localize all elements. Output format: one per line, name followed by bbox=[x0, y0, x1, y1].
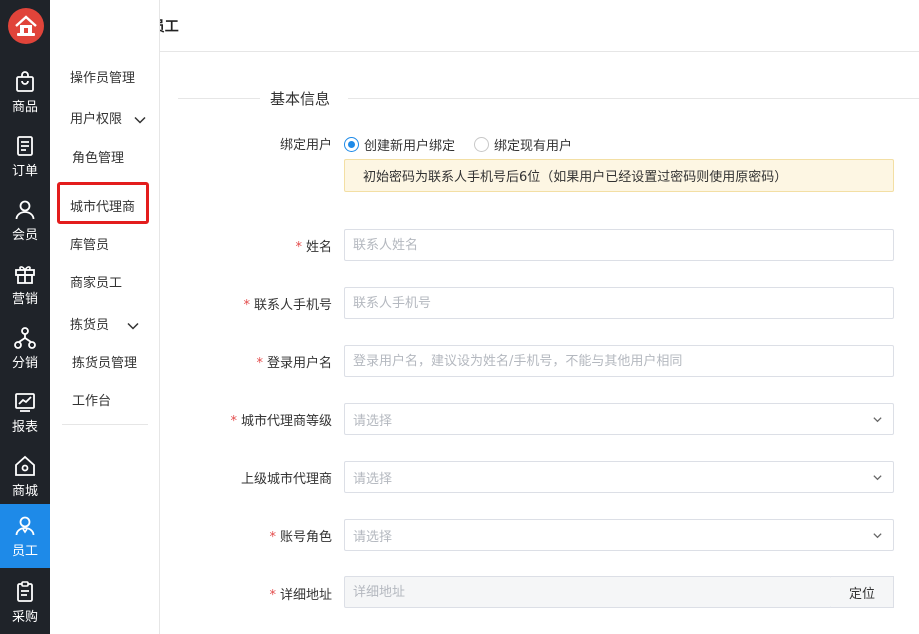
required-mark: * bbox=[269, 588, 276, 603]
username-label: * 登录用户名 bbox=[160, 352, 332, 371]
home-icon bbox=[15, 455, 35, 476]
label-text: 城市代理商等级 bbox=[240, 414, 332, 429]
chevron-down-icon bbox=[127, 322, 139, 330]
section-divider-right bbox=[348, 98, 919, 99]
staff-icon bbox=[15, 516, 35, 536]
rail-label: 分销 bbox=[11, 356, 38, 371]
sidebar-item-merchant-staff[interactable]: 商家员工 bbox=[70, 272, 122, 291]
label-text: 上级城市代理商 bbox=[240, 472, 332, 487]
rail-label: 营销 bbox=[11, 292, 38, 307]
rail-label: 员工 bbox=[11, 544, 38, 559]
radio-dot bbox=[474, 137, 489, 152]
sidebar-group-label: 用户权限 bbox=[70, 112, 123, 127]
sidebar-item-warehouse-keeper[interactable]: 库管员 bbox=[70, 234, 109, 253]
rail-item-marketing[interactable]: 营销 bbox=[0, 256, 50, 316]
notice-text: 初始密码为联系人手机号后6位（如果用户已经设置过密码则使用原密码） bbox=[363, 170, 788, 185]
locate-button[interactable]: 定位 bbox=[831, 576, 894, 608]
document-icon bbox=[17, 136, 33, 156]
section-divider-left bbox=[178, 98, 260, 99]
label-text: 姓名 bbox=[305, 240, 332, 255]
rail-item-staff[interactable]: 员工 bbox=[0, 504, 50, 568]
rail-item-reports[interactable]: 报表 bbox=[0, 384, 50, 444]
account-role-select[interactable]: 请选择 bbox=[344, 519, 894, 551]
sidebar-item-workbench[interactable]: 工作台 bbox=[72, 390, 111, 409]
main-nav-rail: 商品 订单 会员 营销 分销 报表 商城 员工 采购 bbox=[0, 0, 50, 634]
phone-input[interactable] bbox=[344, 287, 894, 319]
radio-bind-existing-user[interactable]: 绑定现有用户 bbox=[474, 135, 572, 154]
agent-level-label: * 城市代理商等级 bbox=[160, 410, 332, 429]
secondary-sidebar: 操作员管理 用户权限 角色管理 城市代理商 库管员 商家员工 拣货员 拣货员管理… bbox=[50, 0, 160, 634]
sidebar-divider bbox=[62, 424, 148, 425]
radio-label: 绑定现有用户 bbox=[494, 139, 573, 154]
logo-house-icon bbox=[15, 15, 37, 36]
radio-dot bbox=[344, 137, 359, 152]
sidebar-group-picker[interactable]: 拣货员 bbox=[70, 314, 139, 333]
radio-label: 创建新用户绑定 bbox=[364, 139, 456, 154]
username-input[interactable] bbox=[344, 345, 894, 377]
required-mark: * bbox=[243, 298, 250, 313]
rail-label: 会员 bbox=[11, 228, 38, 243]
clipboard-icon bbox=[17, 581, 33, 602]
password-notice: 初始密码为联系人手机号后6位（如果用户已经设置过密码则使用原密码） bbox=[344, 159, 894, 192]
main-content: 基本信息 绑定用户 创建新用户绑定 绑定现有用户 初始密码为联系人手机号后6位（… bbox=[160, 52, 919, 634]
rail-item-orders[interactable]: 订单 bbox=[0, 128, 50, 188]
label-text: 账号角色 bbox=[279, 530, 332, 545]
rail-label: 商城 bbox=[11, 484, 38, 499]
sidebar-group-user-permission[interactable]: 用户权限 bbox=[70, 108, 146, 127]
rail-label: 商品 bbox=[11, 100, 38, 115]
required-mark: * bbox=[230, 414, 237, 429]
rail-label: 采购 bbox=[11, 610, 38, 625]
annotation-highlight-box bbox=[57, 182, 149, 224]
app-logo[interactable] bbox=[8, 8, 44, 44]
rail-item-members[interactable]: 会员 bbox=[0, 192, 50, 252]
user-icon bbox=[15, 200, 35, 220]
chevron-down-icon bbox=[873, 417, 882, 423]
rail-label: 报表 bbox=[11, 420, 38, 435]
chevron-down-icon bbox=[134, 116, 146, 124]
label-text: 联系人手机号 bbox=[253, 298, 332, 313]
chart-icon bbox=[15, 393, 35, 412]
required-mark: * bbox=[269, 530, 276, 545]
rail-item-products[interactable]: 商品 bbox=[0, 64, 50, 124]
label-text: 详细地址 bbox=[279, 588, 332, 603]
sidebar-item-role-manage[interactable]: 角色管理 bbox=[72, 147, 124, 166]
label-text: 绑定用户 bbox=[279, 138, 332, 153]
select-placeholder: 请选择 bbox=[353, 471, 393, 487]
required-mark: * bbox=[295, 240, 302, 255]
account-role-label: * 账号角色 bbox=[160, 526, 332, 545]
phone-label: * 联系人手机号 bbox=[160, 294, 332, 313]
rail-label: 订单 bbox=[11, 164, 38, 179]
bag-icon bbox=[16, 71, 34, 92]
name-input[interactable] bbox=[344, 229, 894, 261]
agent-level-select[interactable]: 请选择 bbox=[344, 403, 894, 435]
address-label: * 详细地址 bbox=[160, 584, 332, 603]
radio-create-new-user[interactable]: 创建新用户绑定 bbox=[344, 135, 455, 154]
parent-agent-select[interactable]: 请选择 bbox=[344, 461, 894, 493]
parent-agent-label: 上级城市代理商 bbox=[160, 468, 332, 487]
address-input[interactable] bbox=[344, 576, 832, 608]
chevron-down-icon bbox=[873, 475, 882, 481]
bind-user-label: 绑定用户 bbox=[160, 134, 332, 153]
gift-icon bbox=[15, 266, 35, 284]
chevron-down-icon bbox=[873, 533, 882, 539]
network-icon bbox=[14, 327, 36, 349]
select-placeholder: 请选择 bbox=[353, 413, 393, 429]
name-label: * 姓名 bbox=[160, 236, 332, 255]
rail-item-distribution[interactable]: 分销 bbox=[0, 320, 50, 380]
rail-item-purchase[interactable]: 采购 bbox=[0, 574, 50, 634]
sidebar-group-label: 拣货员 bbox=[70, 318, 110, 333]
required-mark: * bbox=[256, 356, 263, 371]
select-placeholder: 请选择 bbox=[353, 529, 393, 545]
top-header: 首页 / 员工 bbox=[50, 0, 919, 52]
section-title: 基本信息 bbox=[270, 90, 331, 108]
sidebar-item-operator-manage[interactable]: 操作员管理 bbox=[70, 67, 135, 86]
sidebar-item-picker-manage[interactable]: 拣货员管理 bbox=[72, 352, 137, 371]
label-text: 登录用户名 bbox=[266, 356, 332, 371]
rail-item-mall[interactable]: 商城 bbox=[0, 448, 50, 508]
